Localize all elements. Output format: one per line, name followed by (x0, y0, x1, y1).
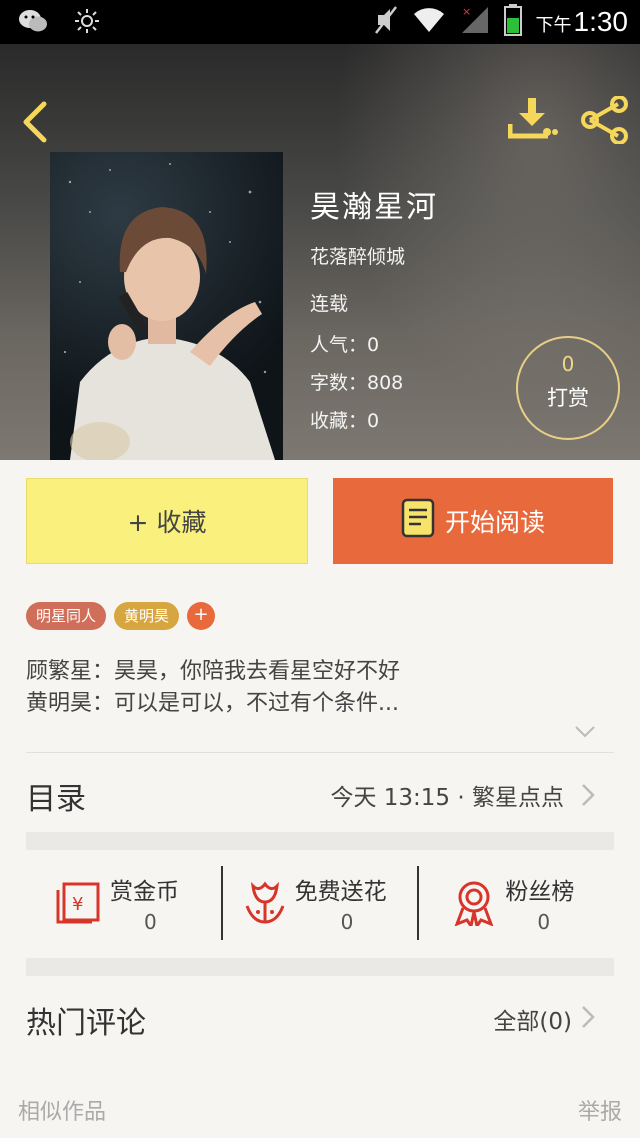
book-author[interactable]: 花落醉倾城 (310, 242, 405, 269)
similar-works-link[interactable]: 相似作品 (18, 1094, 106, 1126)
add-favorite-label: + 收藏 (127, 508, 207, 537)
book-word-count: 字数：808 (310, 372, 404, 394)
share-button[interactable] (580, 95, 630, 145)
start-reading-button[interactable]: 开始阅读 (333, 478, 613, 564)
clock-time: 1:30 (573, 6, 629, 37)
all-comments-link[interactable]: 全部(0) (493, 1002, 572, 1036)
add-tag-button[interactable]: + (187, 602, 216, 630)
tag-item[interactable]: 黄明昊 (114, 602, 180, 630)
start-reading-label: 开始阅读 (444, 508, 545, 537)
hot-comments-title: 热门评论 (26, 1006, 146, 1041)
clock-ampm: 下午 (535, 15, 572, 36)
svg-text:¥: ¥ (72, 894, 83, 915)
tip-count: 0 (561, 352, 575, 376)
chevron-left-icon (23, 101, 47, 143)
medal-icon (453, 880, 495, 930)
chevron-right-icon (580, 782, 596, 812)
stat-label: 粉丝榜 (505, 879, 575, 905)
add-favorite-button[interactable]: + 收藏 (26, 478, 308, 564)
stat-value: 0 (144, 910, 157, 934)
stat-value: 0 (537, 910, 551, 934)
stat-value: 0 (340, 910, 354, 934)
brightness-icon (74, 8, 100, 38)
chevron-right-icon (580, 1004, 596, 1034)
tag-item[interactable]: 明星同人 (26, 602, 107, 630)
book-popularity: 人气：0 (310, 334, 380, 356)
tip-button[interactable]: 0 打赏 (516, 336, 620, 440)
signal-icon: × (460, 5, 490, 39)
section-separator (26, 958, 614, 976)
cover-image (63, 163, 275, 460)
synopsis-line: 顾繁星：昊昊，你陪我去看星空好不好 (26, 659, 401, 684)
book-status: 连载 (310, 293, 349, 315)
catalog-title: 目录 (26, 782, 86, 817)
stat-label: 赏金币 (110, 879, 179, 905)
synopsis-line: 黄明昊：可以是可以，不过有个条件... (26, 691, 399, 716)
back-button[interactable] (18, 100, 58, 144)
stat-flowers[interactable]: 免费送花 0 (220, 866, 418, 940)
download-icon (507, 98, 558, 139)
tip-label: 打赏 (547, 386, 589, 410)
stats-row: ¥ 赏金币 0 免费送花 0 粉丝榜 0 (26, 866, 614, 940)
battery-icon (503, 4, 522, 40)
section-separator (26, 832, 614, 850)
tag-list: 明星同人 黄明昊 + (26, 602, 216, 630)
catalog-latest-update: 今天 13:15 · 繁星点点 (330, 785, 564, 811)
chevron-down-icon (575, 726, 595, 738)
mute-icon (374, 5, 398, 39)
status-bar: × 下午1:30 (0, 0, 640, 44)
book-header: 昊瀚星河 花落醉倾城 连载 人气：0 字数：808 收藏：0 0 打赏 (0, 44, 640, 460)
download-button[interactable] (507, 96, 558, 144)
divider (26, 752, 614, 753)
synopsis[interactable]: 顾繁星：昊昊，你陪我去看星空好不好 黄明昊：可以是可以，不过有个条件... (26, 656, 400, 720)
book-cover[interactable] (50, 152, 283, 460)
share-icon (581, 95, 628, 145)
book-icon (401, 498, 435, 544)
svg-text:×: × (462, 5, 471, 18)
expand-synopsis-button[interactable] (574, 724, 596, 743)
stat-fans[interactable]: 粉丝榜 0 (417, 866, 614, 940)
stat-coins[interactable]: ¥ 赏金币 0 (26, 866, 221, 940)
wifi-icon (412, 6, 446, 38)
book-favorites: 收藏：0 (310, 410, 380, 432)
wechat-icon (18, 8, 48, 38)
flower-icon (245, 880, 285, 930)
stat-label: 免费送花 (294, 879, 387, 905)
book-title: 昊瀚星河 (310, 190, 438, 225)
red-envelope-icon: ¥ (56, 880, 102, 928)
report-link[interactable]: 举报 (578, 1094, 622, 1126)
